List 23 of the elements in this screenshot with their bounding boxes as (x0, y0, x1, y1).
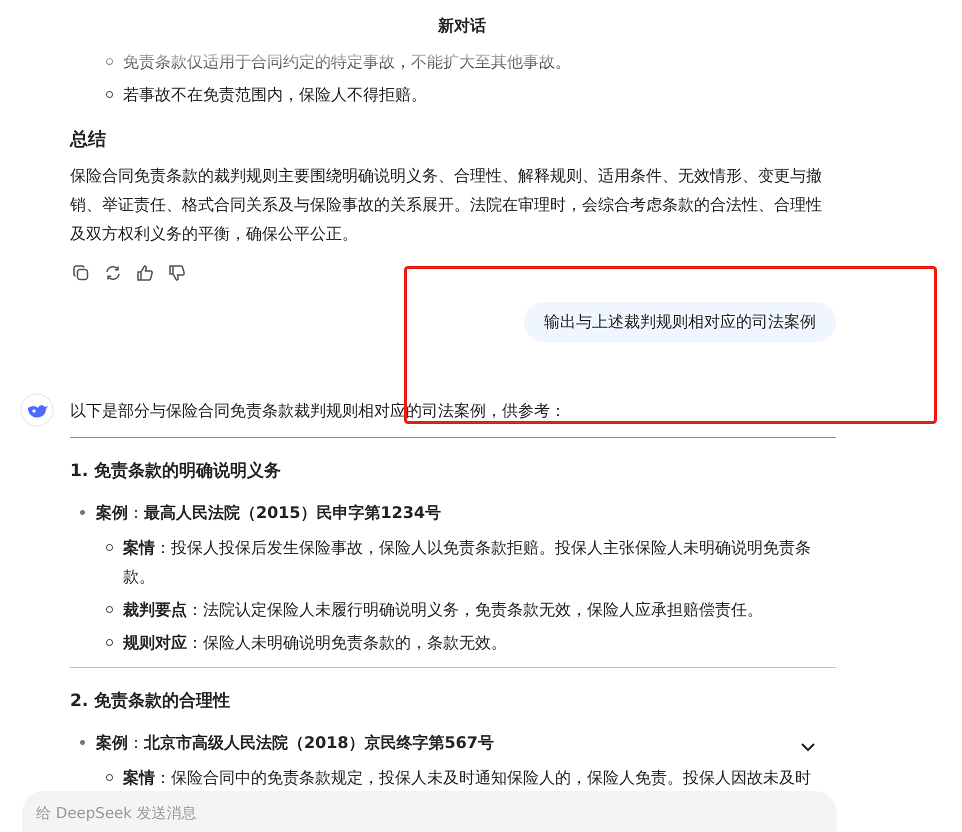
user-message-bubble: 输出与上述裁判规则相对应的司法案例 (524, 302, 836, 342)
thumbs-up-icon[interactable] (136, 264, 154, 282)
input-placeholder: 给 DeepSeek 发送消息 (36, 804, 197, 822)
case-detail-text: 规则对应：保险人未明确说明免责条款的，条款无效。 (123, 632, 507, 654)
refresh-icon[interactable] (104, 264, 122, 282)
chevron-down-icon (801, 742, 815, 752)
case-detail-text: 案情：保险合同中的免责条款规定，投保人未及时通知保险人的，保险人免责。投保人因故未及时 (123, 767, 811, 789)
case-detail-text: 案情：投保人投保后发生保险事故，保险人以免责条款拒赔。投保人主张保险人未明确说明免责条款。 (123, 537, 812, 588)
list-item-text: 若事故不在免责范围内，保险人不得拒赔。 (123, 84, 427, 106)
case-title: 案例：最高人民法院（2015）民申字第1234号 (96, 502, 442, 524)
copy-icon[interactable] (72, 264, 90, 282)
thumbs-down-icon[interactable] (168, 264, 186, 282)
section-heading: 1. 免责条款的明确说明义务 (70, 460, 282, 482)
whale-avatar-icon (20, 393, 54, 427)
chat-title: 新对话 (438, 16, 486, 37)
message-input[interactable]: 给 DeepSeek 发送消息 (22, 791, 837, 832)
answer-intro: 以下是部分与保险合同免责条款裁判规则相对应的司法案例，供参考： (70, 401, 566, 420)
case-title: 案例：北京市高级人民法院（2018）京民终字第567号 (96, 732, 494, 754)
section-heading: 2. 免责条款的合理性 (70, 690, 232, 712)
case-detail-text: 裁判要点：法院认定保险人未履行明确说明义务，免责条款无效，保险人应承担赔偿责任。 (123, 599, 763, 621)
section-heading: 总结 (70, 128, 107, 151)
summary-paragraph: 保险合同免责条款的裁判规则主要围绕明确说明义务、合理性、解释规则、适用条件、无效情形、变更与撤销、举证责任、格式合同关系及与保险事故的关系展开。法院在审理时，会综合考虑条款的合法性、合理性及双方权利义务的平衡，确保公平公正。 (70, 165, 823, 245)
list-item-text: 免责条款仅适用于合同约定的特定事故，不能扩大至其他事故。 (123, 51, 571, 73)
